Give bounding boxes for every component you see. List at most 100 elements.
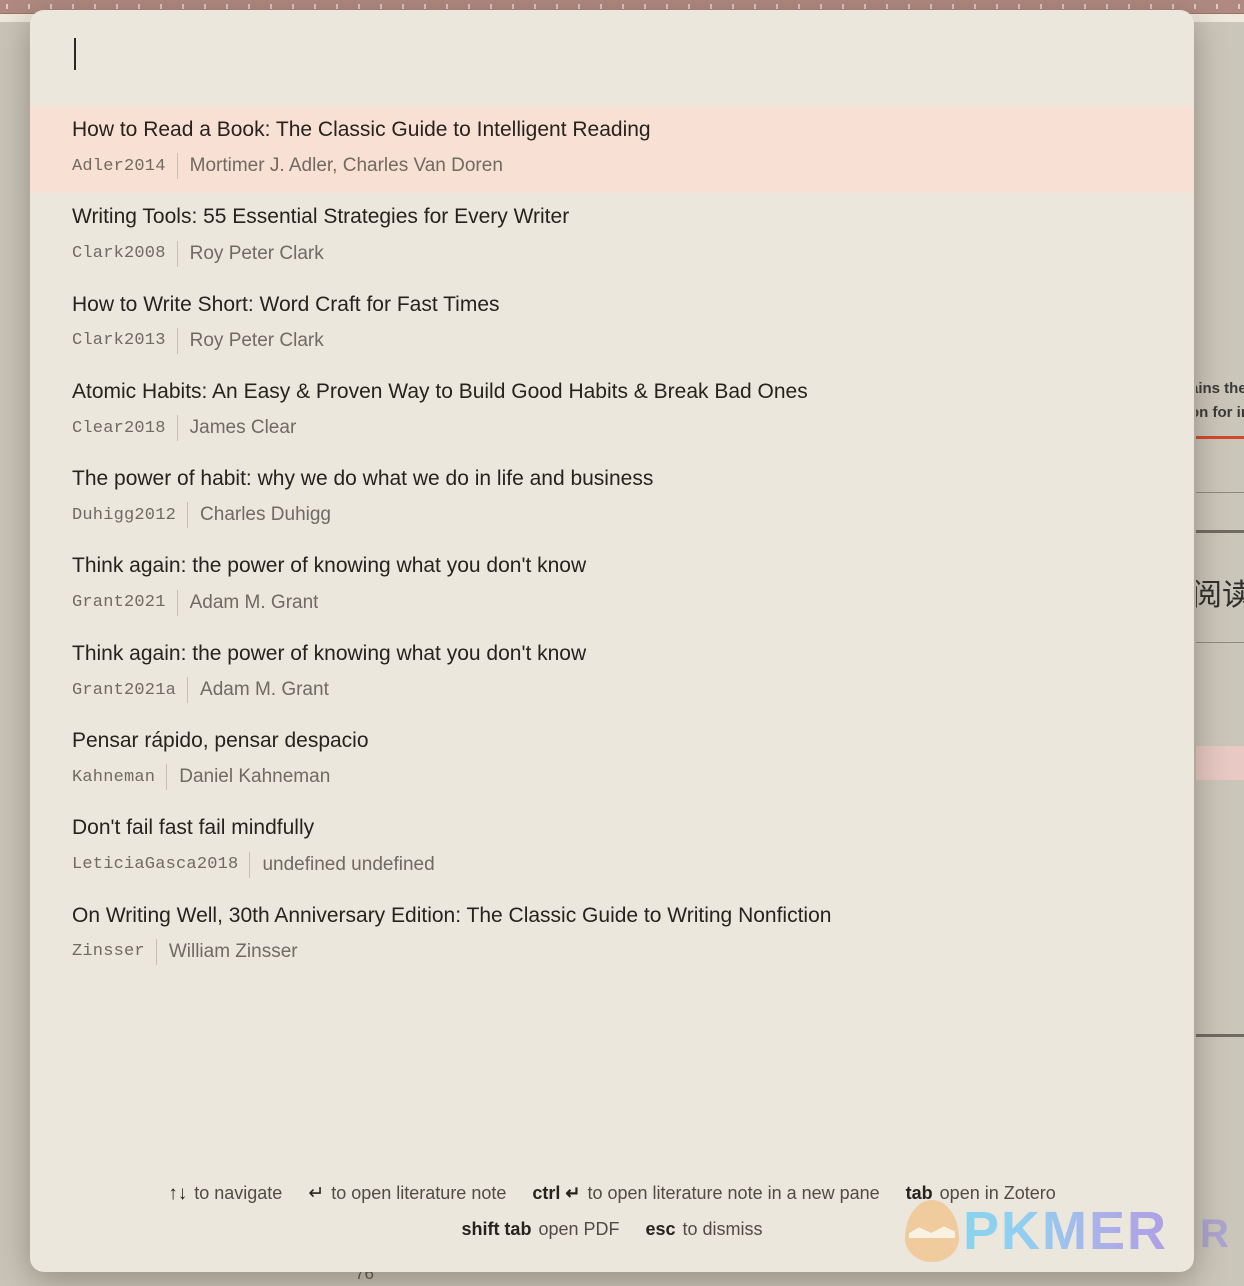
toolbar-tick (292, 4, 294, 9)
result-meta: Adler2014 Mortimer J. Adler, Charles Van … (72, 153, 1152, 180)
result-row[interactable]: Think again: the power of knowing what y… (30, 630, 1194, 717)
search-bar[interactable] (30, 10, 1194, 106)
search-input[interactable] (72, 42, 1152, 74)
toolbar-tick (578, 4, 580, 9)
toolbar-tick (776, 4, 778, 9)
toolbar-tick (446, 4, 448, 9)
result-title: Don't fail fast fail mindfully (72, 816, 315, 840)
result-row[interactable]: How to Read a Book: The Classic Guide to… (30, 106, 1194, 194)
result-meta: Zinsser William Zinsser (72, 938, 1152, 965)
toolbar-tick (424, 4, 426, 9)
keyboard-hint: ↵ to open literature note (308, 1176, 506, 1212)
background-rule-3 (1196, 642, 1244, 643)
result-authors: Roy Peter Clark (189, 242, 324, 264)
hint-description: to navigate (194, 1182, 283, 1203)
result-title: How to Write Short: Word Craft for Fast … (72, 292, 500, 316)
result-title: Think again: the power of knowing what y… (72, 641, 587, 665)
background-rule-2 (1196, 530, 1244, 533)
toolbar-tick (468, 4, 470, 9)
result-meta: Grant2021a Adam M. Grant (72, 677, 1152, 704)
background-rule-1 (1196, 492, 1244, 493)
background-rule-4 (1196, 1034, 1244, 1037)
toolbar-tick (138, 4, 140, 9)
result-authors: Adam M. Grant (200, 679, 329, 701)
result-title: Think again: the power of knowing what y… (72, 554, 587, 578)
result-citekey: Clark2008 (72, 244, 166, 264)
hint-description: to open literature note (331, 1182, 507, 1203)
toolbar-tick (1194, 4, 1196, 9)
background-text-fragment-2: on for in (1196, 404, 1244, 421)
result-meta: Clark2008 Roy Peter Clark (72, 240, 1152, 267)
toolbar-tick (1172, 4, 1174, 9)
hint-key: ↵ (308, 1182, 325, 1204)
result-meta: Clark2013 Roy Peter Clark (72, 327, 1152, 354)
toolbar-tick (1150, 4, 1152, 9)
toolbar-tick (182, 4, 184, 9)
hint-description: open PDF (538, 1218, 620, 1239)
toolbar-tick (94, 4, 96, 9)
result-row[interactable]: Pensar rápido, pensar despacio Kahneman Da… (30, 717, 1194, 804)
result-citekey: Grant2021a (72, 680, 177, 700)
toolbar-tick (820, 4, 822, 9)
hint-description: to open literature note in a new pane (587, 1182, 880, 1203)
result-authors: undefined undefined (262, 853, 435, 875)
toolbar-tick (974, 4, 976, 9)
result-row[interactable]: Don't fail fast fail mindfully LeticiaGas… (30, 804, 1194, 891)
result-authors: Charles Duhigg (200, 504, 331, 526)
result-title: The power of habit: why we do what we do… (72, 467, 654, 491)
result-title: On Writing Well, 30th Anniversary Editio… (72, 903, 832, 927)
toolbar-tick (160, 4, 162, 9)
result-title: Atomic Habits: An Easy & Proven Way to B… (72, 379, 808, 403)
result-authors: Daniel Kahneman (179, 766, 331, 788)
toolbar-tick (336, 4, 338, 9)
toolbar-tick (380, 4, 382, 9)
result-citekey: Kahneman (72, 767, 156, 787)
result-citekey: Clark2013 (72, 331, 166, 351)
toolbar-tick (930, 4, 932, 9)
result-citekey: Duhigg2012 (72, 505, 177, 525)
hints-row-primary: ↑↓ to navigate ↵ to open literature note ctr… (30, 1176, 1194, 1212)
keyboard-hints-footer: ↑↓ to navigate ↵ to open literature note ctr… (30, 1162, 1194, 1272)
keyboard-hint: tab open in Zotero (906, 1176, 1056, 1210)
result-row[interactable]: On Writing Well, 30th Anniversary Editio… (30, 892, 1194, 979)
toolbar-tick (1062, 4, 1064, 9)
result-row[interactable]: The power of habit: why we do what we do… (30, 455, 1194, 542)
result-citekey: Clear2018 (72, 418, 166, 438)
result-authors: William Zinsser (168, 940, 298, 962)
result-meta: Duhigg2012 Charles Duhigg (72, 502, 1152, 529)
toolbar-tick (204, 4, 206, 9)
toolbar-tick (116, 4, 118, 9)
toolbar-tick (1216, 4, 1218, 9)
toolbar-tick (864, 4, 866, 9)
result-title: How to Read a Book: The Classic Guide to… (72, 118, 651, 141)
result-authors: Adam M. Grant (189, 591, 319, 613)
keyboard-hint: ↑↓ to navigate (168, 1176, 282, 1212)
toolbar-tick (886, 4, 888, 9)
result-meta: LeticiaGasca2018 undefined undefined (72, 851, 1152, 878)
result-row[interactable]: Atomic Habits: An Easy & Proven Way to B… (30, 368, 1194, 455)
text-caret (74, 38, 76, 70)
result-meta: Clear2018 James Clear (72, 415, 1152, 442)
result-authors: Mortimer J. Adler, Charles Van Doren (189, 155, 503, 177)
hint-key: tab (905, 1182, 933, 1203)
toolbar-tick (358, 4, 360, 9)
result-authors: Roy Peter Clark (189, 329, 324, 351)
toolbar-tick (226, 4, 228, 9)
keyboard-hint: shift tab open PDF (461, 1212, 619, 1246)
toolbar-tick (534, 4, 536, 9)
result-row[interactable]: Writing Tools: 55 Essential Strategies f… (30, 193, 1194, 280)
toolbar-tick (688, 4, 690, 9)
toolbar-tick (908, 4, 910, 9)
toolbar-tick (710, 4, 712, 9)
toolbar-tick (270, 4, 272, 9)
toolbar-tick (556, 4, 558, 9)
toolbar-tick (622, 4, 624, 9)
hint-key: shift tab (461, 1218, 532, 1239)
hint-key: ctrl ↵ (532, 1182, 581, 1203)
result-row[interactable]: Think again: the power of knowing what y… (30, 542, 1194, 629)
literature-note-search-modal: How to Read a Book: The Classic Guide to… (30, 10, 1194, 1272)
result-row[interactable]: How to Write Short: Word Craft for Fast … (30, 281, 1194, 368)
result-citekey: Zinsser (72, 942, 145, 962)
toolbar-tick (1106, 4, 1108, 9)
toolbar-tick (1238, 4, 1240, 9)
